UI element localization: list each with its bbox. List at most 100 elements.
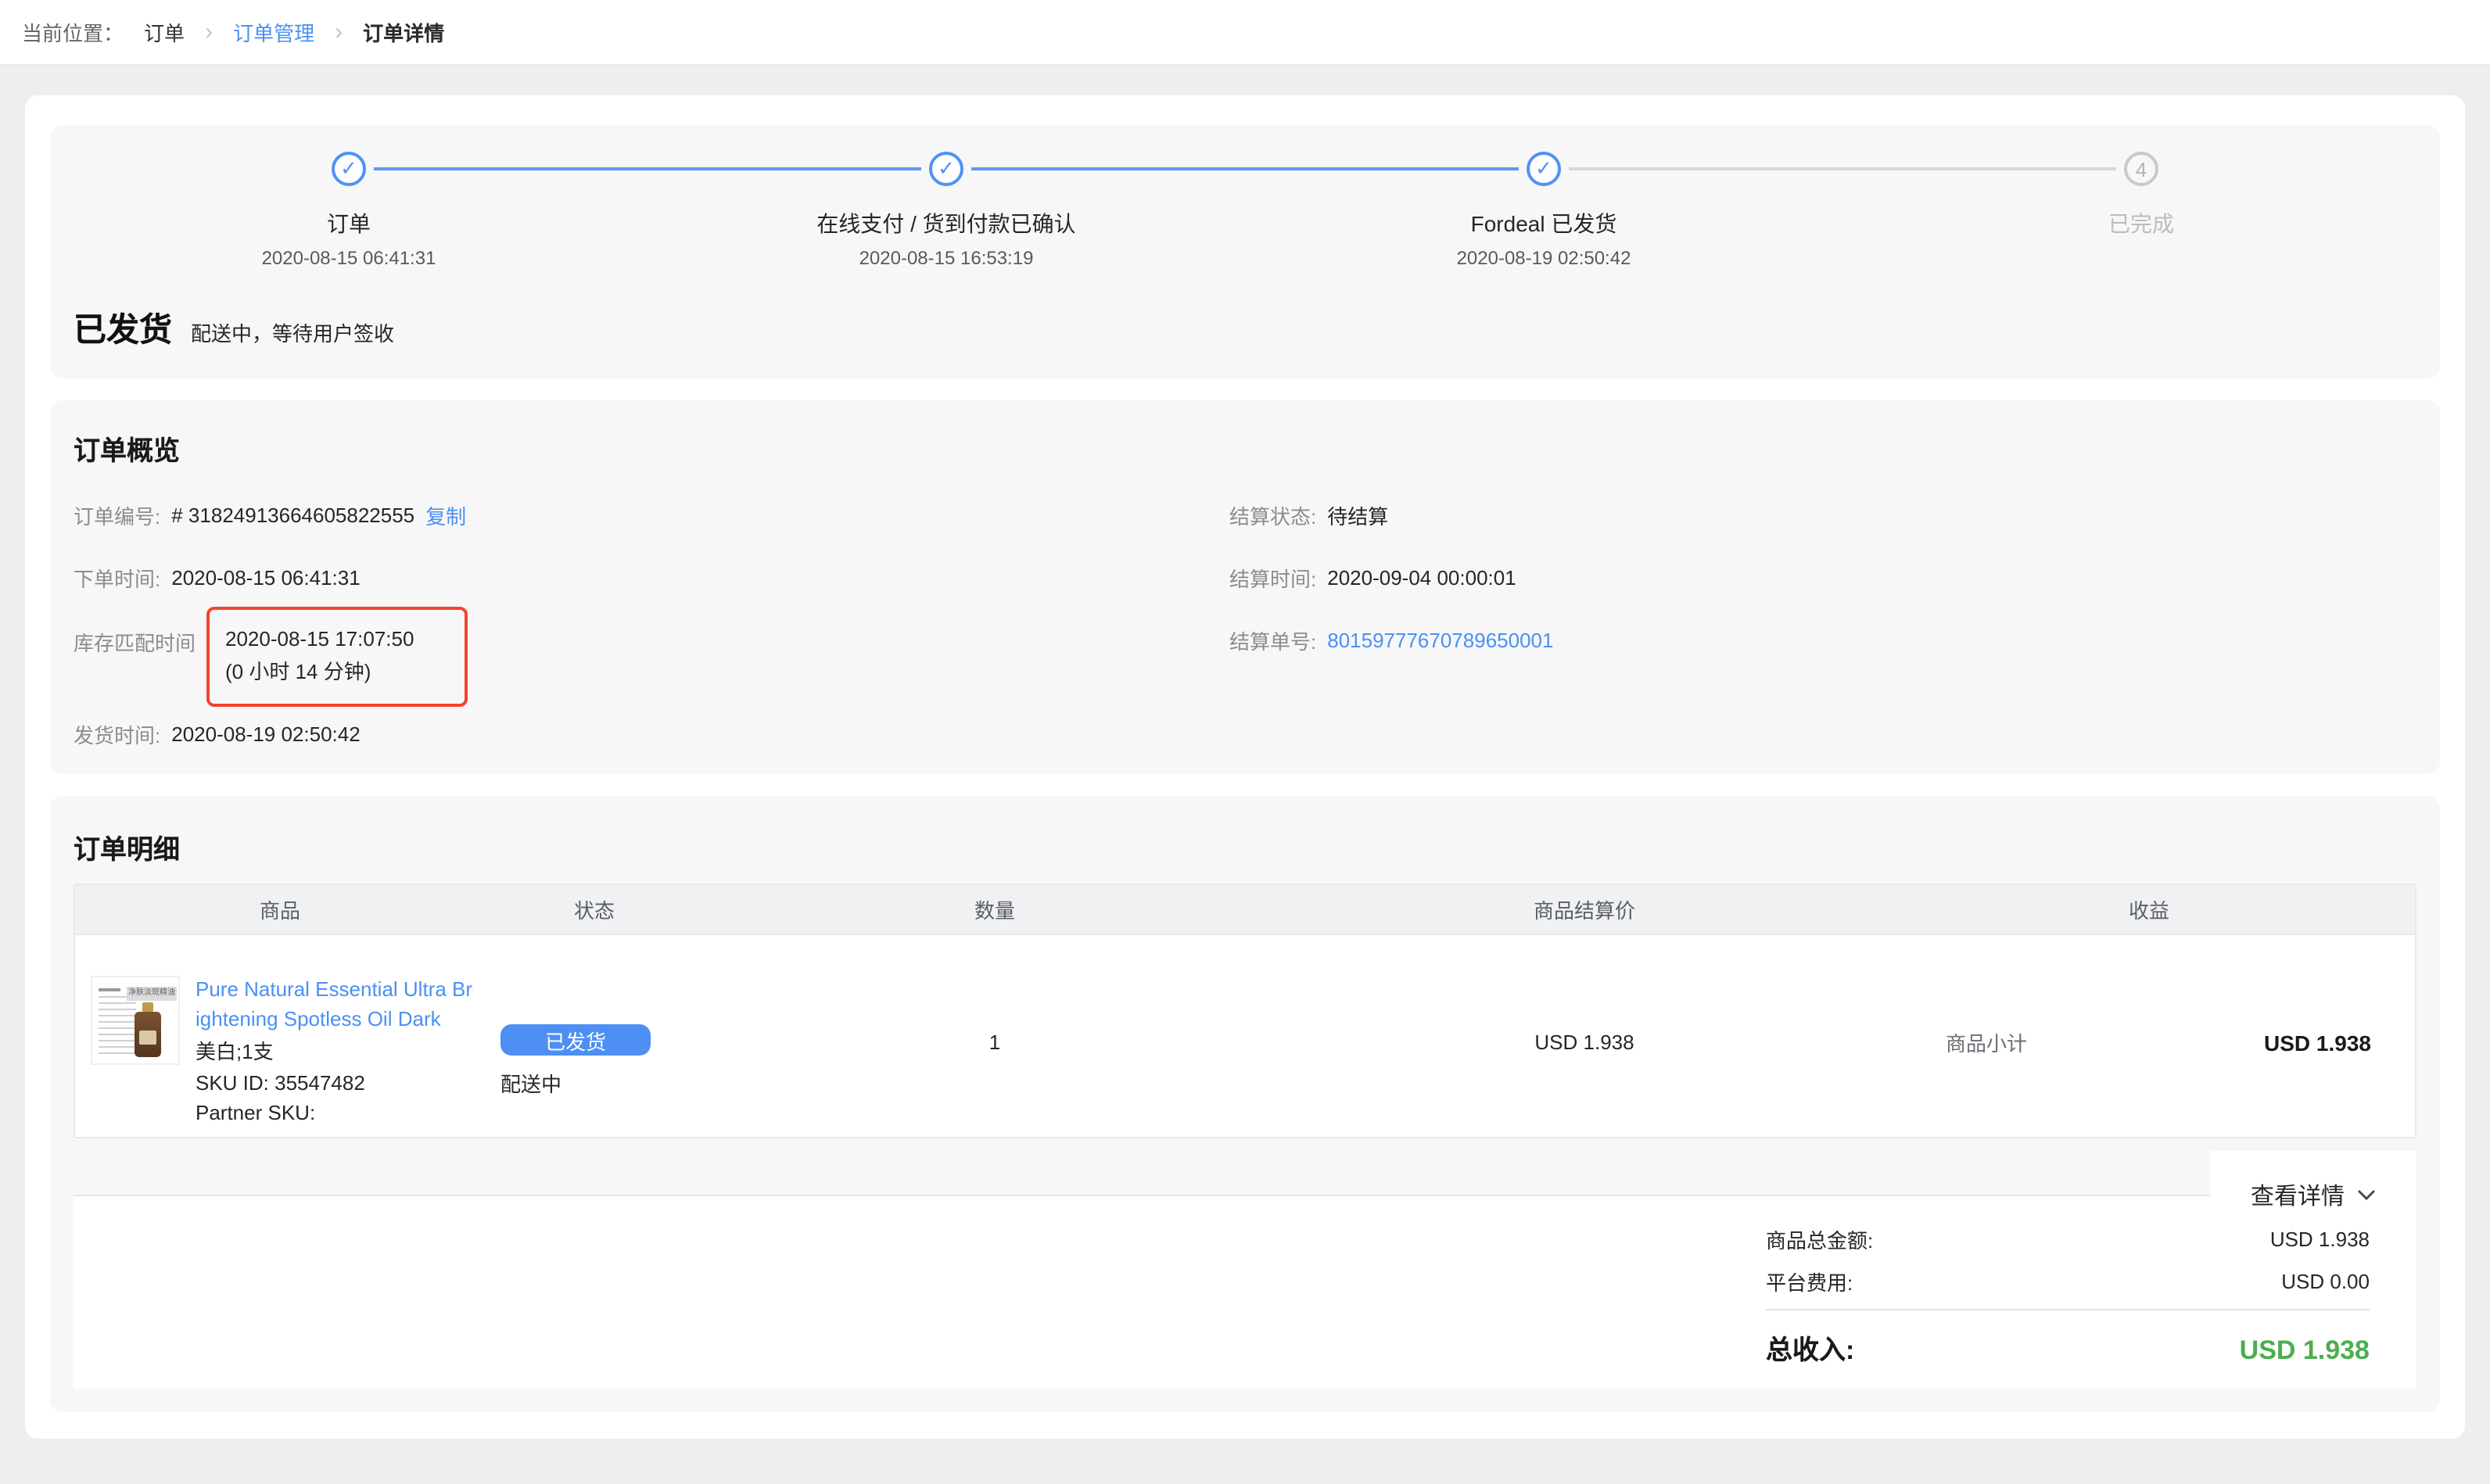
order-time-row: 下单时间: 2020-08-15 06:41:31: [74, 563, 361, 593]
settle-time-label: 结算时间:: [1229, 563, 1316, 593]
settle-status-label: 结算状态:: [1229, 500, 1316, 530]
subtotal-value: USD 1.938: [2264, 1030, 2371, 1055]
product-spec: 美白;1支: [196, 1037, 474, 1067]
chevron-down-icon: [2357, 1188, 2376, 1201]
ship-time-row: 发货时间: 2020-08-19 02:50:42: [74, 719, 361, 749]
breadcrumb-item-orders[interactable]: 订单: [144, 17, 185, 47]
order-number-row: 订单编号: # 31824913664605822555 复制: [74, 500, 466, 530]
step-timestamp: 2020-08-15 16:53:19: [859, 247, 1034, 269]
breadcrumb-item-order-management[interactable]: 订单管理: [233, 17, 314, 47]
step-payment-confirmed: ✓ 在线支付 / 货到付款已确认 2020-08-15 16:53:19: [648, 125, 1245, 269]
platform-fee-row: 平台费用: USD 0.00: [1766, 1260, 2370, 1303]
column-header-profit: 收益: [1883, 894, 2415, 924]
order-items-table: 商品 状态 数量 商品结算价 收益 净肤淡斑精油: [74, 884, 2416, 1138]
step-number-circle-icon: 4: [2124, 152, 2158, 186]
view-detail-label: 查看详情: [2251, 1178, 2345, 1211]
product-image[interactable]: 净肤淡斑精油: [91, 976, 180, 1065]
profit-cell: 商品小计 USD 1.938: [1883, 935, 2415, 1137]
column-header-product: 商品: [75, 894, 485, 924]
order-status-title: 已发货: [74, 305, 172, 352]
quantity-cell: 1: [704, 935, 1286, 1137]
settle-number-label: 结算单号:: [1229, 626, 1316, 655]
step-timestamp: 2020-08-15 06:41:31: [262, 247, 436, 269]
totals-divider: [1766, 1309, 2370, 1310]
settle-number-row: 结算单号: 80159777670789650001: [1229, 626, 1553, 655]
step-label: Fordeal 已发货: [1471, 208, 1617, 239]
ship-time-value: 2020-08-19 02:50:42: [171, 722, 360, 746]
settle-status-row: 结算状态: 待结算: [1229, 500, 1388, 530]
settle-price-cell: USD 1.938: [1286, 935, 1883, 1137]
breadcrumb-prefix: 当前位置：: [22, 17, 124, 47]
step-label: 已完成: [2108, 208, 2174, 239]
status-badge: 已发货: [501, 1024, 651, 1056]
subtotal-label: 商品小计: [1946, 1027, 2027, 1057]
order-items-title: 订单明细: [50, 796, 2440, 866]
check-circle-icon: ✓: [1527, 152, 1561, 186]
ship-time-label: 发货时间:: [74, 719, 160, 749]
order-number-value: # 31824913664605822555: [171, 504, 414, 527]
product-cell: 净肤淡斑精油 Pure Natural Essential Ultra Brig…: [75, 935, 485, 1137]
breadcrumb: 当前位置： 订单 › 订单管理 › 订单详情: [0, 0, 2490, 66]
step-ordered: ✓ 订单 2020-08-15 06:41:31: [50, 125, 648, 269]
check-circle-icon: ✓: [332, 152, 366, 186]
check-circle-icon: ✓: [929, 152, 963, 186]
product-name-link[interactable]: Pure Natural Essential Ultra Brightening…: [196, 976, 474, 1034]
order-time-value: 2020-08-15 06:41:31: [171, 566, 360, 590]
step-label: 在线支付 / 货到付款已确认: [816, 208, 1075, 239]
totals-cluster: 商品总金额: USD 1.938 平台费用: USD 0.00 总收入: USD…: [1766, 1218, 2370, 1367]
stock-match-duration: (0 小时 14 分钟): [225, 655, 465, 688]
settle-time-row: 结算时间: 2020-09-04 00:00:01: [1229, 563, 1516, 593]
total-amount-row: 商品总金额: USD 1.938: [1766, 1218, 2370, 1260]
settle-number-link[interactable]: 80159777670789650001: [1327, 629, 1553, 652]
copy-button[interactable]: 复制: [425, 500, 466, 530]
stock-match-time: 2020-08-15 17:07:50: [225, 622, 465, 655]
column-header-quantity: 数量: [704, 894, 1286, 924]
order-detail-panel: ✓ 订单 2020-08-15 06:41:31 ✓ 在线支付 / 货到付款已确…: [25, 95, 2465, 1439]
totals-section: 查看详情 商品总金额: USD 1.938 平台费用: USD 0.00: [74, 1195, 2416, 1389]
column-header-settle-price: 商品结算价: [1286, 894, 1883, 924]
total-income-row: 总收入: USD 1.938: [1766, 1328, 2370, 1367]
order-overview-card: 订单概览 订单编号: # 31824913664605822555 复制 下单时…: [50, 400, 2440, 774]
status-sub-text: 配送中: [501, 1068, 562, 1098]
table-row: 净肤淡斑精油 Pure Natural Essential Ultra Brig…: [75, 934, 2415, 1137]
order-status-description: 配送中，等待用户签收: [191, 317, 394, 347]
page: 当前位置： 订单 › 订单管理 › 订单详情 ✓ 订单 2020-08-15 0…: [0, 0, 2490, 1484]
total-income-label: 总收入:: [1766, 1328, 1854, 1367]
step-connector-done: [971, 167, 1519, 170]
order-number-label: 订单编号:: [74, 500, 160, 530]
bottle-label-graphic: [139, 1031, 156, 1045]
total-amount-value: USD 1.938: [2270, 1228, 2370, 1251]
step-completed: 4 已完成: [1842, 125, 2440, 269]
status-cell: 已发货 配送中: [485, 935, 704, 1137]
platform-fee-value: USD 0.00: [2281, 1270, 2370, 1293]
stock-match-highlight-box: 2020-08-15 17:07:50 (0 小时 14 分钟): [206, 607, 468, 707]
bottle-cap-graphic: [142, 1002, 153, 1012]
order-items-card: 订单明细 商品 状态 数量 商品结算价 收益: [50, 796, 2440, 1412]
total-income-value: USD 1.938: [2240, 1335, 2370, 1367]
step-timestamp: 2020-08-19 02:50:42: [1457, 247, 1631, 269]
platform-fee-label: 平台费用:: [1766, 1267, 1853, 1296]
total-amount-label: 商品总金额:: [1766, 1224, 1873, 1254]
step-connector-done: [374, 167, 921, 170]
progress-stepper: ✓ 订单 2020-08-15 06:41:31 ✓ 在线支付 / 货到付款已确…: [50, 125, 2440, 269]
product-partner-sku: Partner SKU:: [196, 1098, 474, 1128]
product-sku: SKU ID: 35547482: [196, 1067, 474, 1098]
order-progress-card: ✓ 订单 2020-08-15 06:41:31 ✓ 在线支付 / 货到付款已确…: [50, 125, 2440, 378]
order-status-line: 已发货 配送中，等待用户签收: [74, 305, 394, 352]
step-connector-pending: [1569, 167, 2116, 170]
step-shipped: ✓ Fordeal 已发货 2020-08-19 02:50:42: [1245, 125, 1842, 269]
product-image-text: [99, 996, 136, 1056]
product-image-text: [99, 988, 120, 991]
product-info: Pure Natural Essential Ultra Brightening…: [196, 976, 474, 1137]
settle-time-value: 2020-09-04 00:00:01: [1327, 566, 1516, 590]
product-image-tag: 净肤淡斑精油: [127, 987, 177, 1001]
chevron-right-icon: ›: [205, 19, 213, 45]
main-content: ✓ 订单 2020-08-15 06:41:31 ✓ 在线支付 / 货到付款已确…: [0, 66, 2490, 1439]
step-label: 订单: [327, 208, 371, 239]
order-time-label: 下单时间:: [74, 563, 160, 593]
column-header-status: 状态: [485, 894, 704, 924]
stock-match-label: 库存匹配时间: [74, 627, 196, 657]
overview-title: 订单概览: [74, 428, 180, 468]
chevron-right-icon: ›: [335, 19, 343, 45]
settle-status-value: 待结算: [1327, 500, 1388, 530]
